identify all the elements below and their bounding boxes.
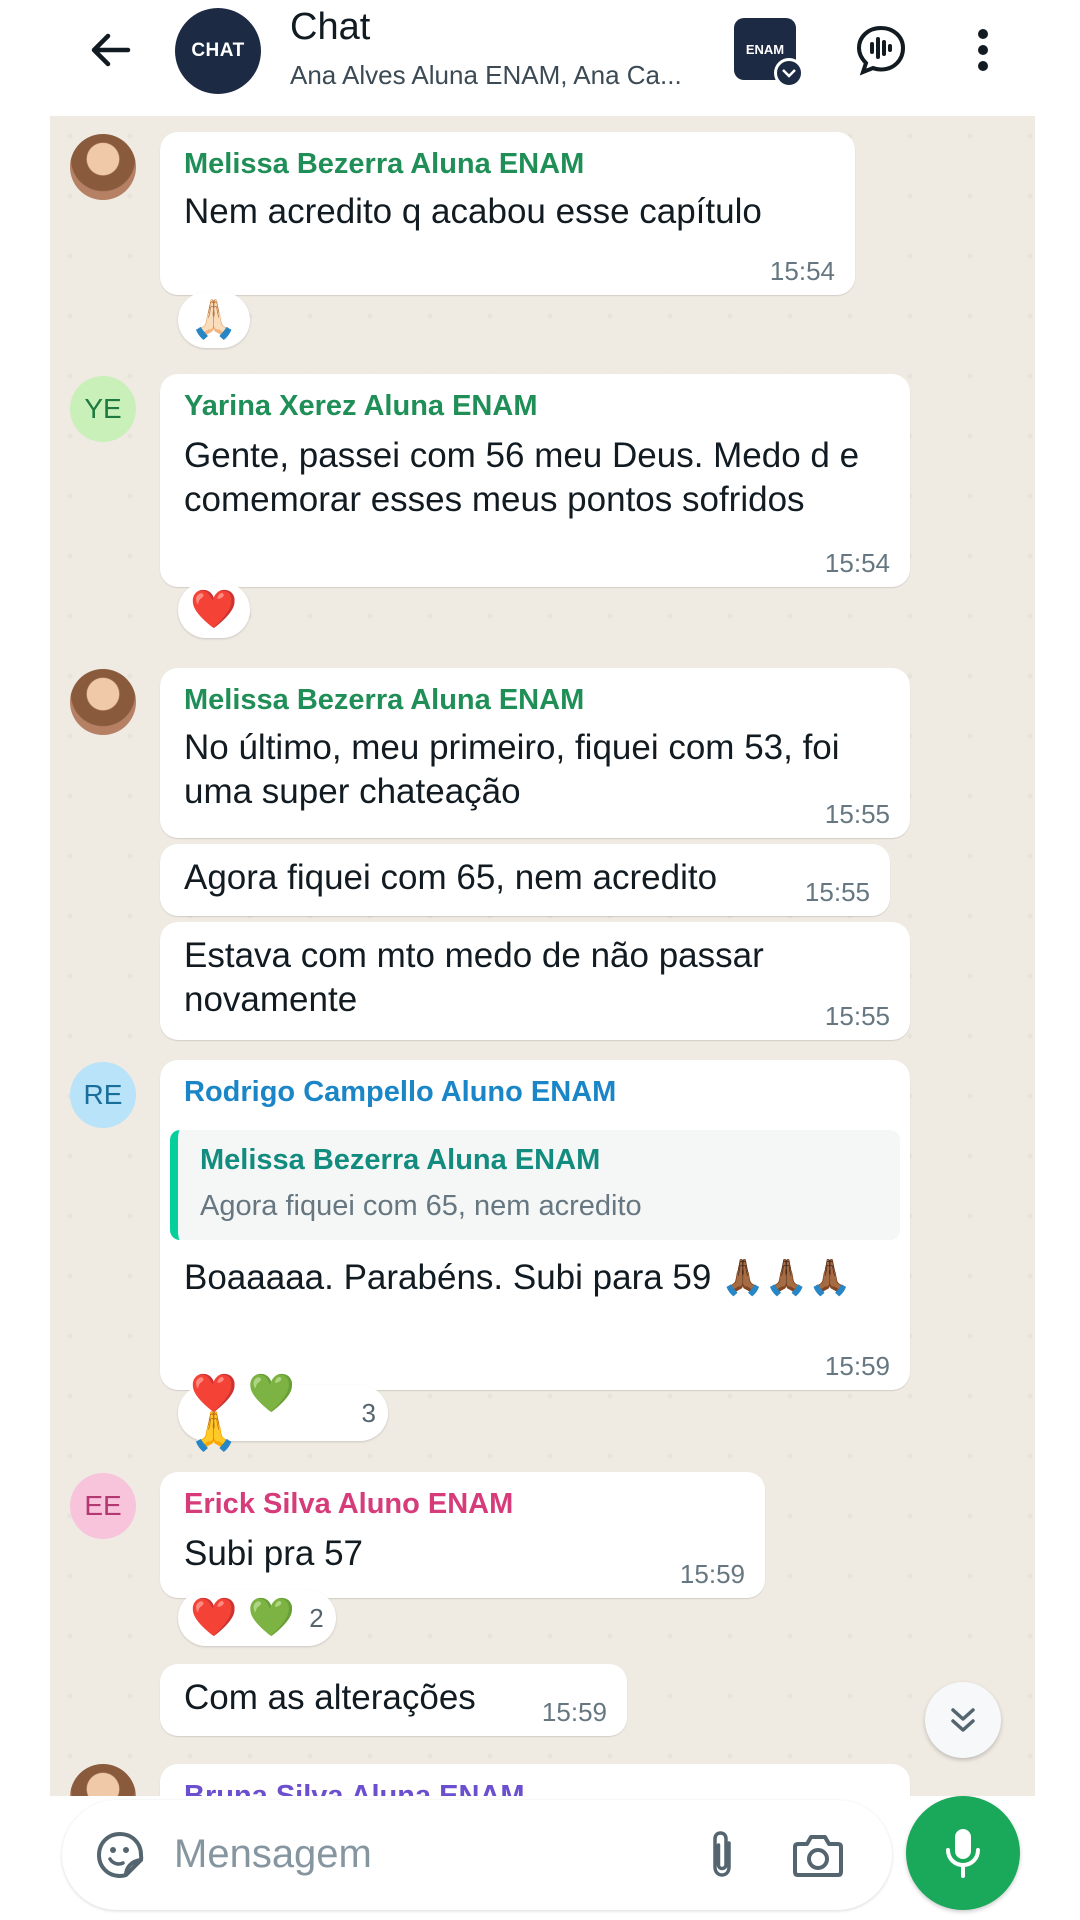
back-button[interactable]: [82, 26, 138, 74]
reactions-pill[interactable]: ❤️: [178, 582, 250, 638]
message-text: Estava com mto medo de não passar novame…: [184, 936, 764, 1019]
message-time: 15:54: [769, 256, 835, 286]
sender-name: Erick Silva Aluno ENAM: [184, 1488, 514, 1520]
more-vert-icon: [978, 29, 988, 71]
heart-emoji: ❤️: [190, 589, 238, 631]
sender-name: Melissa Bezerra Aluna ENAM: [184, 148, 585, 180]
group-avatar[interactable]: CHAT: [175, 8, 261, 94]
message-time: 15:55: [824, 799, 890, 829]
sticker-button[interactable]: [92, 1827, 148, 1883]
reaction-emojis: ❤️ 💚 🙏: [190, 1373, 296, 1453]
camera-icon: [793, 1835, 843, 1877]
message-text: Agora fiquei com 65, nem acredito: [184, 858, 718, 897]
chat-title[interactable]: Chat: [290, 6, 370, 49]
camera-button[interactable]: [790, 1827, 846, 1883]
quoted-sender: Melissa Bezerra Aluna ENAM: [200, 1144, 601, 1176]
message-time: 15:59: [824, 1351, 890, 1381]
pray-emoji: 🙏🏻: [190, 299, 238, 341]
quoted-message[interactable]: Melissa Bezerra Aluna ENAM Agora fiquei …: [170, 1130, 900, 1240]
message-bubble[interactable]: Rodrigo Campello Aluno ENAM Melissa Beze…: [160, 1060, 910, 1390]
chat-participants[interactable]: Ana Alves Aluna ENAM, Ana Ca...: [290, 60, 730, 91]
avatar[interactable]: [70, 1764, 136, 1796]
message-bubble[interactable]: Melissa Bezerra Aluna ENAM Nem acredito …: [160, 132, 855, 295]
message-time: 15:59: [541, 1697, 607, 1727]
reaction-count: 2: [309, 1602, 324, 1633]
chevron-down-icon: [774, 58, 804, 88]
sticker-icon: [96, 1831, 144, 1879]
message-bubble[interactable]: Estava com mto medo de não passar novame…: [160, 922, 910, 1040]
avatar[interactable]: [70, 669, 136, 735]
message-input[interactable]: Mensagem: [174, 1832, 372, 1877]
avatar[interactable]: EE: [70, 1473, 136, 1539]
reaction-emojis: ❤️ 💚: [190, 1597, 296, 1639]
sender-name: Yarina Xerez Aluna ENAM: [184, 390, 538, 422]
community-button[interactable]: ENAM: [734, 18, 804, 88]
arrow-back-icon: [91, 33, 131, 67]
message-bubble[interactable]: Yarina Xerez Aluna ENAM Gente, passei co…: [160, 374, 910, 587]
message-bubble[interactable]: Agora fiquei com 65, nem acredito 15:55: [160, 844, 890, 916]
attach-icon: [713, 1831, 731, 1877]
voice-chat-button[interactable]: [851, 20, 911, 80]
message-list[interactable]: Melissa Bezerra Aluna ENAM Nem acredito …: [50, 116, 1035, 1796]
message-bubble[interactable]: Melissa Bezerra Aluna ENAM No último, me…: [160, 668, 910, 838]
reactions-pill[interactable]: 🙏🏻: [178, 292, 250, 348]
attach-button[interactable]: [694, 1827, 750, 1883]
message-composer: Mensagem: [62, 1800, 892, 1910]
mic-icon: [946, 1829, 980, 1878]
message-time: 15:59: [679, 1559, 745, 1589]
message-text: Nem acredito q acabou esse capítulo: [184, 192, 762, 231]
reactions-pill[interactable]: ❤️ 💚 2: [178, 1590, 336, 1646]
message-text: Gente, passei com 56 meu Deus. Medo d e …: [184, 436, 860, 519]
more-options-button[interactable]: [953, 20, 1013, 80]
quoted-text: Agora fiquei com 65, nem acredito: [200, 1190, 642, 1222]
avatar[interactable]: [70, 134, 136, 200]
reaction-count: 3: [361, 1397, 376, 1428]
community-label: ENAM: [745, 41, 785, 57]
message-bubble[interactable]: Com as alterações 15:59: [160, 1664, 627, 1736]
avatar[interactable]: YE: [70, 376, 136, 442]
scroll-to-bottom-button[interactable]: [925, 1682, 1001, 1758]
chat-header: CHAT Chat Ana Alves Aluna ENAM, Ana Ca..…: [0, 0, 1080, 116]
message-text: No último, meu primeiro, fiquei com 53, …: [184, 728, 840, 811]
sender-name: Bruna Silva Aluna ENAM: [184, 1780, 525, 1796]
reactions-pill[interactable]: ❤️ 💚 🙏 3: [178, 1375, 388, 1451]
message-time: 15:54: [824, 548, 890, 578]
message-time: 15:55: [824, 1001, 890, 1031]
avatar[interactable]: RE: [70, 1062, 136, 1128]
sender-name: Rodrigo Campello Aluno ENAM: [184, 1076, 617, 1108]
sender-name: Melissa Bezerra Aluna ENAM: [184, 684, 585, 716]
message-bubble[interactable]: Bruna Silva Aluna ENAM: [160, 1764, 910, 1796]
message-text: Com as alterações: [184, 1678, 476, 1717]
message-text: Subi pra 57: [184, 1534, 364, 1573]
message-text: Boaaaaa. Parabéns. Subi para 59 🙏🏾🙏🏾🙏🏾: [184, 1258, 852, 1297]
double-chevron-down-icon: [951, 1708, 975, 1732]
message-time: 15:55: [804, 877, 870, 907]
voice-chat-icon: [856, 25, 906, 76]
voice-record-button[interactable]: [906, 1796, 1020, 1910]
message-bubble[interactable]: Erick Silva Aluno ENAM Subi pra 57 15:59: [160, 1472, 765, 1598]
